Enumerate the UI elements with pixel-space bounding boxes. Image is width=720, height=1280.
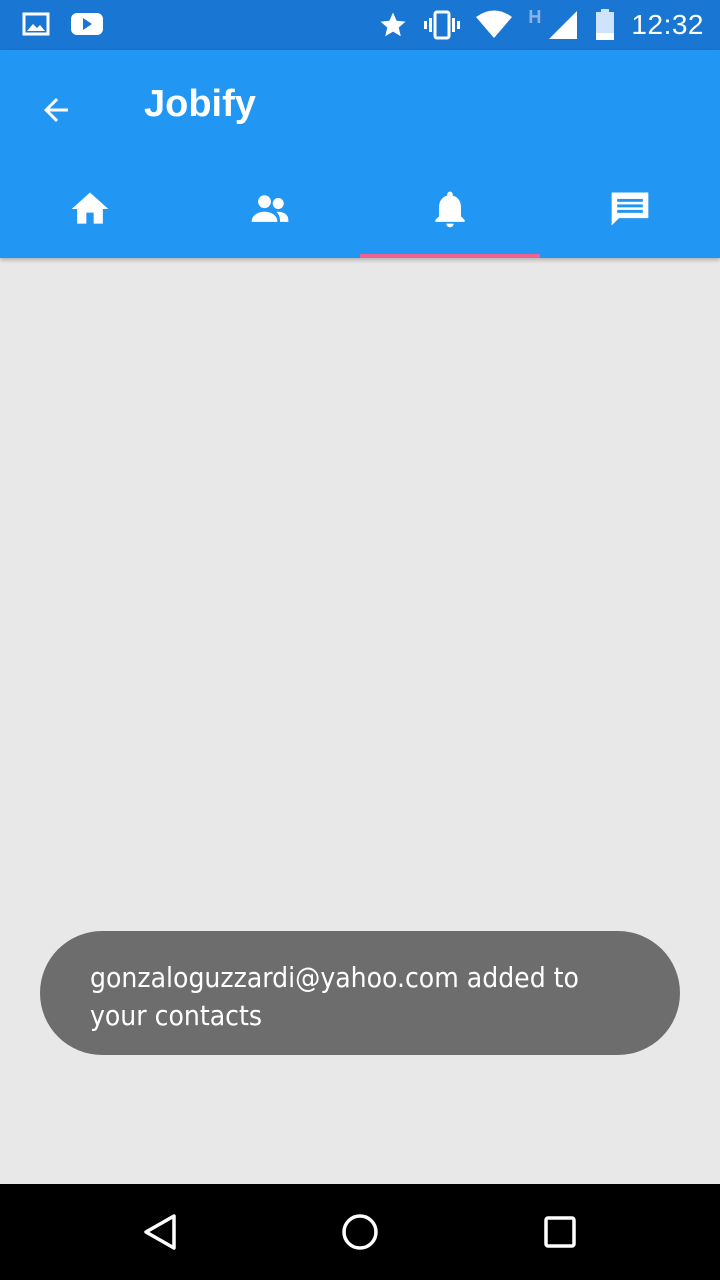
star-icon bbox=[380, 12, 406, 37]
recents-square-icon bbox=[544, 1216, 576, 1248]
tab-contacts[interactable] bbox=[180, 160, 360, 258]
home-circle-icon bbox=[342, 1214, 378, 1250]
tab-notifications[interactable] bbox=[360, 160, 540, 258]
tab-home[interactable] bbox=[0, 160, 180, 258]
signal-icon bbox=[549, 11, 578, 39]
toast-message: gonzaloguzzardi@yahoo.com added to your … bbox=[40, 931, 680, 1055]
home-icon bbox=[71, 192, 109, 224]
people-icon bbox=[251, 195, 289, 222]
app-title: Jobify bbox=[144, 83, 256, 125]
youtube-icon bbox=[71, 13, 103, 35]
tab-messages[interactable] bbox=[540, 160, 720, 258]
navigation-bar bbox=[0, 1184, 720, 1280]
nav-recents-button[interactable] bbox=[536, 1208, 584, 1256]
nav-home-button[interactable] bbox=[336, 1208, 384, 1256]
wifi-icon bbox=[476, 10, 513, 38]
selected-tab-indicator bbox=[360, 254, 540, 258]
status-bar: H 12:32 bbox=[0, 0, 720, 50]
toast-text: gonzaloguzzardi@yahoo.com added to your … bbox=[90, 961, 579, 1032]
image-icon bbox=[22, 12, 50, 36]
arrow-left-icon bbox=[44, 98, 68, 122]
back-triangle-icon bbox=[144, 1214, 176, 1250]
tab-bar bbox=[0, 160, 720, 258]
battery-icon bbox=[596, 9, 615, 40]
back-button[interactable] bbox=[32, 86, 80, 134]
vibrate-icon bbox=[424, 10, 461, 40]
message-icon bbox=[611, 192, 649, 226]
bell-icon bbox=[435, 191, 465, 228]
network-type-label: H bbox=[528, 6, 542, 27]
app-bar: Jobify bbox=[0, 50, 720, 258]
nav-back-button[interactable] bbox=[136, 1208, 184, 1256]
clock-time: 12:32 bbox=[631, 9, 704, 40]
